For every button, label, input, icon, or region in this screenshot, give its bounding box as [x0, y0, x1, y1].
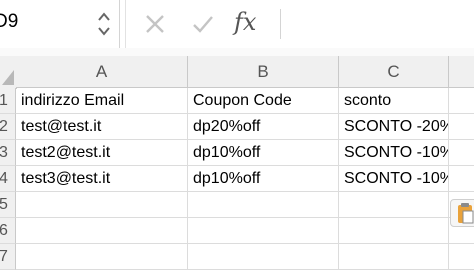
cell-b6[interactable] — [188, 218, 339, 244]
name-box-value: D9 — [0, 11, 19, 32]
paste-options-button[interactable] — [450, 199, 474, 227]
column-header-c[interactable]: C — [339, 56, 449, 88]
row-header[interactable]: 1 — [0, 88, 16, 114]
row-header[interactable]: 3 — [0, 140, 16, 166]
cell-c3[interactable]: SCONTO -10% — [339, 140, 449, 166]
cell-a7[interactable] — [16, 244, 188, 270]
cell-c2[interactable]: SCONTO -20% — [339, 114, 449, 140]
column-header-b[interactable]: B — [188, 56, 339, 88]
formula-bar: D9 fx — [0, 0, 474, 49]
select-all-triangle-icon — [2, 70, 14, 85]
cell-b4[interactable]: dp10%off — [188, 166, 339, 192]
grid-top-strip — [0, 48, 474, 56]
cell-d4[interactable] — [449, 166, 474, 192]
row-header[interactable]: 4 — [0, 166, 16, 192]
select-all-corner[interactable] — [0, 56, 17, 89]
cell-c6[interactable] — [339, 218, 449, 244]
cancel-x-icon[interactable] — [143, 12, 167, 36]
spreadsheet-grid: A B C 1 indirizzo Email Coupon Code scon… — [0, 48, 474, 272]
clipboard-icon — [458, 203, 474, 224]
cell-b7[interactable] — [188, 244, 339, 270]
row-header[interactable]: 2 — [0, 114, 16, 140]
fx-icon[interactable]: fx — [234, 8, 256, 36]
row-header[interactable]: 6 — [0, 218, 16, 244]
cell-b2[interactable]: dp20%off — [188, 114, 339, 140]
name-box-dropdown-icon[interactable] — [96, 9, 112, 39]
column-header-next[interactable] — [449, 56, 474, 88]
cell-a1[interactable]: indirizzo Email — [16, 88, 188, 114]
column-header-a[interactable]: A — [16, 56, 188, 88]
formula-input[interactable] — [282, 0, 474, 48]
cell-c7[interactable] — [339, 244, 449, 270]
formula-bar-separator — [125, 0, 126, 48]
name-box[interactable]: D9 — [0, 0, 120, 48]
cell-d7[interactable] — [449, 244, 474, 270]
row-header[interactable]: 7 — [0, 244, 16, 270]
cell-c5[interactable] — [339, 192, 449, 218]
cell-a3[interactable]: test2@test.it — [16, 140, 188, 166]
cell-a5[interactable] — [16, 192, 188, 218]
cell-a6[interactable] — [16, 218, 188, 244]
cell-b3[interactable]: dp10%off — [188, 140, 339, 166]
cell-d1[interactable] — [449, 88, 474, 114]
cell-d2[interactable] — [449, 114, 474, 140]
cell-b5[interactable] — [188, 192, 339, 218]
cell-b1[interactable]: Coupon Code — [188, 88, 339, 114]
formula-divider — [280, 9, 281, 39]
check-icon[interactable] — [191, 12, 215, 36]
cell-a4[interactable]: test3@test.it — [16, 166, 188, 192]
cell-c4[interactable]: SCONTO -10% — [339, 166, 449, 192]
cell-a2[interactable]: test@test.it — [16, 114, 188, 140]
cell-c1[interactable]: sconto — [339, 88, 449, 114]
row-header[interactable]: 5 — [0, 192, 16, 218]
cell-d3[interactable] — [449, 140, 474, 166]
